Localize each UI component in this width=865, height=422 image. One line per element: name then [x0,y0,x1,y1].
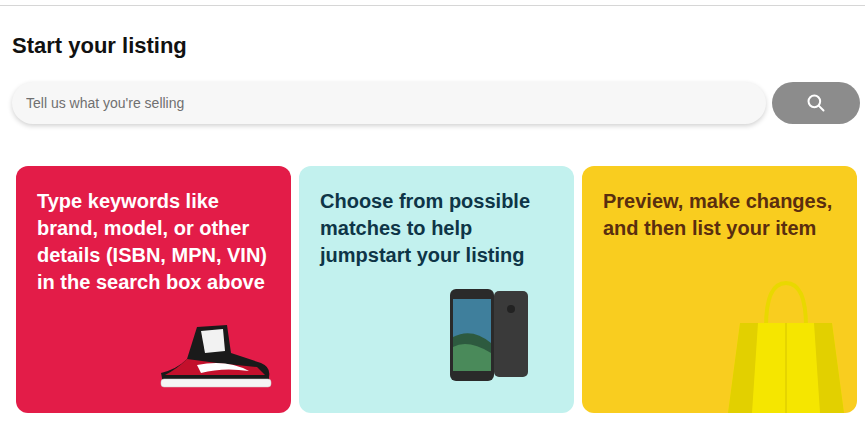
page-title: Start your listing [12,32,865,60]
step-art [37,323,273,389]
steps: Type keywords like brand, model, or othe… [16,166,857,413]
sneaker-icon [157,323,273,389]
step-art [603,277,850,413]
search-input[interactable] [12,82,766,124]
step-text: Preview, make changes, and then list you… [603,188,843,242]
page: Start your listing Type keywords like bra… [0,0,865,422]
step-text: Type keywords like brand, model, or othe… [37,188,277,296]
step-card: Preview, make changes, and then list you… [582,166,857,413]
phone-icon [448,287,552,385]
bag-icon [722,277,850,413]
top-divider [0,5,865,6]
step-text: Choose from possible matches to help jum… [320,188,560,269]
search-icon [806,93,826,113]
search-bar [12,82,860,124]
step-card: Type keywords like brand, model, or othe… [16,166,291,413]
search-button[interactable] [772,82,860,124]
step-card: Choose from possible matches to help jum… [299,166,574,413]
step-art [320,287,552,385]
